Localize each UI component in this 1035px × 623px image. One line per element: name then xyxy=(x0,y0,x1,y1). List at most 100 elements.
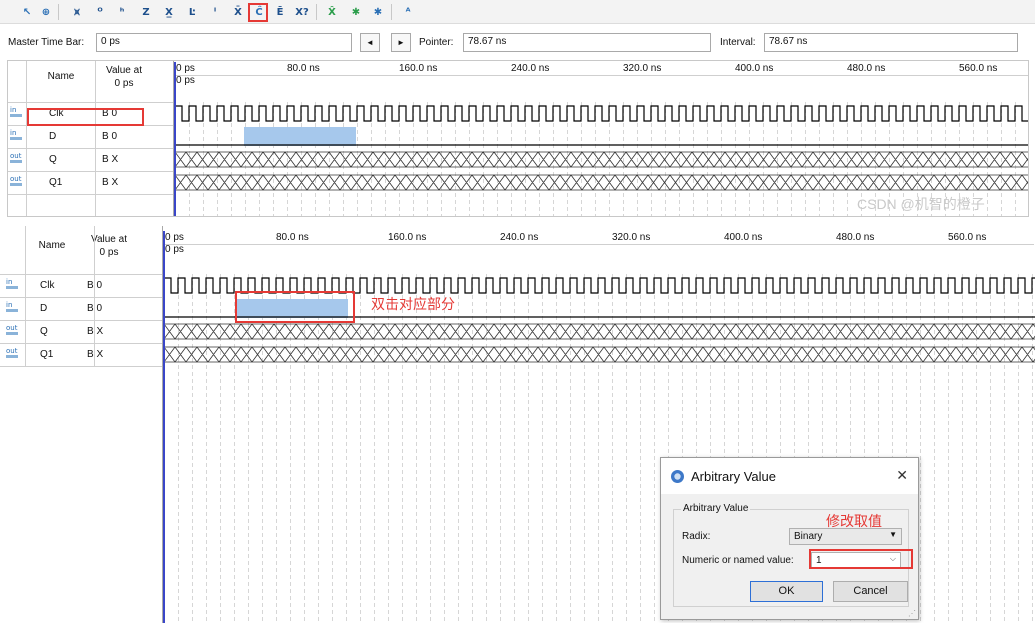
timeline-tick-label: 80.0 ns xyxy=(276,232,309,243)
pin-bar xyxy=(6,286,18,289)
cursor-time-label: 0 ps xyxy=(176,75,195,86)
cancel-button[interactable]: Cancel xyxy=(833,581,908,602)
invert-icon[interactable]: ᴵ xyxy=(206,3,224,21)
column-header-value-line2: 0 ps xyxy=(114,78,134,89)
master-time-bar-field[interactable]: 0 ps xyxy=(96,33,352,52)
clk-waveform xyxy=(175,105,1028,122)
close-icon[interactable]: ✕ xyxy=(896,467,908,484)
signal-value: B X xyxy=(102,154,119,165)
column-header-value: Value at 0 ps xyxy=(96,64,152,90)
forcing-low-icon[interactable]: ᴼ xyxy=(91,3,109,21)
time-cursor-marker[interactable] xyxy=(174,62,176,216)
forcing-high-icon[interactable]: ʰ xyxy=(113,3,131,21)
column-header-name: Name xyxy=(47,71,75,82)
row-divider xyxy=(8,194,173,195)
signal-name[interactable]: Q xyxy=(40,326,48,337)
ok-button[interactable]: OK xyxy=(750,581,823,602)
timeline-tick-label: 480.0 ns xyxy=(847,63,886,74)
signal-name[interactable]: Q xyxy=(49,154,57,165)
interval-field[interactable]: 78.67 ns xyxy=(764,33,1018,52)
forcing-high-impedance-icon[interactable]: Z xyxy=(137,3,155,21)
clock-icon[interactable]: Ĉ xyxy=(250,3,268,21)
toolbar-separator xyxy=(316,4,317,20)
column-header-value: Value at 0 ps xyxy=(81,233,137,259)
output-pin-icon: out xyxy=(10,153,26,165)
time-cursor-marker[interactable] xyxy=(163,231,165,623)
waveform-toolbar: ↖ ⊕ ⩙ ᴼ ʰ Z X̲ Ŀᴵ X̄ Ĉ Ē X? X̂ ✱ ✱ ᴬ xyxy=(0,0,1035,24)
signal-name[interactable]: D xyxy=(40,303,47,314)
timeline-tick-label: 320.0 ns xyxy=(612,232,651,243)
master-time-bar-label: Master Time Bar: xyxy=(8,37,85,48)
signal-value: B X xyxy=(87,326,104,337)
resize-grip-icon[interactable]: ⋰ xyxy=(908,609,916,618)
pin-bar xyxy=(6,332,18,335)
forcing-weak-low-icon[interactable]: Ŀ xyxy=(183,3,201,21)
pin-direction-text: in xyxy=(6,301,13,309)
signal-name[interactable]: Clk xyxy=(40,280,54,291)
forcing-unknown-icon[interactable]: ⩙ xyxy=(68,3,86,21)
timeline-tick-label: 400.0 ns xyxy=(724,232,763,243)
column-header-name: Name xyxy=(38,240,66,251)
signal-value: B 0 xyxy=(87,280,103,291)
input-pin-icon: in xyxy=(10,107,26,119)
timeline-tick-label: 80.0 ns xyxy=(287,63,320,74)
next-transition-button[interactable]: ► xyxy=(391,33,411,52)
signal-value: B X xyxy=(87,349,104,360)
annotation-modify-value-text: 修改取值 xyxy=(826,514,882,530)
numeric-value: 1 xyxy=(816,555,822,566)
pin-bar xyxy=(6,355,18,358)
toolbar-separator xyxy=(391,4,392,20)
zoom-tool-icon[interactable]: ⊕ xyxy=(37,3,55,21)
clk-waveform xyxy=(164,277,1035,294)
row-divider xyxy=(8,171,173,172)
signal-name[interactable]: D xyxy=(49,131,56,142)
input-pin-icon: in xyxy=(6,302,22,314)
group-label: Arbitrary Value xyxy=(681,503,751,514)
pin-bar xyxy=(10,183,22,186)
random-value-icon[interactable]: ✱ xyxy=(347,3,365,21)
column-header-value-line1: Value at xyxy=(91,234,127,245)
timeline-tick-label: 480.0 ns xyxy=(836,232,875,243)
pin-direction-text: in xyxy=(10,129,17,137)
pointer-label: Pointer: xyxy=(419,37,454,48)
column-header-value-line1: Value at xyxy=(106,65,142,76)
d-selected-segment[interactable] xyxy=(244,127,356,146)
row-divider xyxy=(0,297,162,298)
header-divider xyxy=(163,244,1034,245)
snap-to-grid-icon[interactable]: ✱ xyxy=(369,3,387,21)
row-divider xyxy=(8,125,173,126)
forcing-weak-high-icon[interactable]: Ē xyxy=(271,3,289,21)
pin-bar xyxy=(10,114,22,117)
row-divider xyxy=(0,343,162,344)
row-divider xyxy=(8,148,173,149)
pointer-field[interactable]: 78.67 ns xyxy=(463,33,711,52)
signal-name[interactable]: Q1 xyxy=(49,177,62,188)
sort-icon[interactable]: ᴬ xyxy=(399,3,417,21)
pin-direction-text: out xyxy=(10,175,22,183)
timeline-tick-label: 240.0 ns xyxy=(500,232,539,243)
signal-name[interactable]: Clk xyxy=(49,108,63,119)
count-value-icon[interactable]: X̄ xyxy=(229,3,247,21)
previous-transition-button[interactable]: ◄ xyxy=(360,33,380,52)
output-pin-icon: out xyxy=(6,348,22,360)
pin-direction-text: out xyxy=(10,152,22,160)
signal-value: B X xyxy=(102,177,119,188)
dialog-title: Arbitrary Value xyxy=(691,469,777,484)
dont-care-icon[interactable]: X? xyxy=(293,3,311,21)
chevron-down-icon: ⌵ xyxy=(889,554,896,563)
timeline-tick-label: 560.0 ns xyxy=(959,63,998,74)
interval-label: Interval: xyxy=(720,37,756,48)
pin-direction-text: in xyxy=(10,106,17,114)
output-pin-icon: out xyxy=(10,176,26,188)
selection-tool-icon[interactable]: ↖ xyxy=(18,3,36,21)
forcing-weak-unknown-icon[interactable]: X̲ xyxy=(160,3,178,21)
arbitrary-value-icon[interactable]: X̂ xyxy=(323,3,341,21)
numeric-value-input[interactable]: 1 ⌵ xyxy=(811,552,901,569)
row-divider xyxy=(0,366,162,367)
timeline-tick-label: 0 ps xyxy=(176,63,195,74)
d-selected-segment[interactable] xyxy=(236,299,348,318)
watermark: CSDN @机智的橙子 xyxy=(857,196,985,212)
pin-bar xyxy=(6,309,18,312)
row-divider xyxy=(8,102,173,103)
signal-name[interactable]: Q1 xyxy=(40,349,53,360)
